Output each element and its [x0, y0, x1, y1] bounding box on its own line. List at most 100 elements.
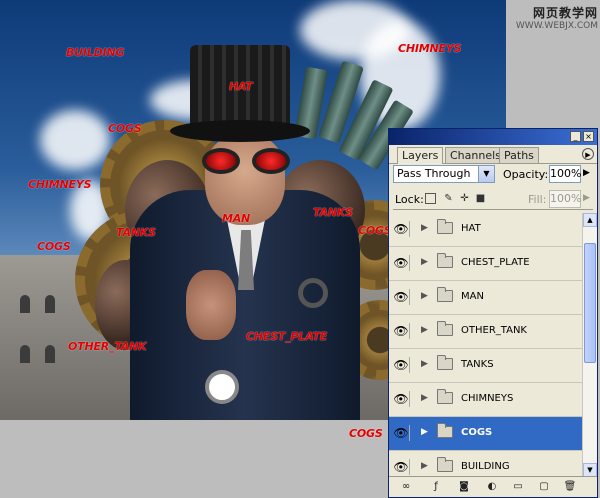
layer-name: BUILDING — [461, 461, 510, 472]
valve — [298, 278, 328, 308]
watermark: 网页教学网 WWW.WEBJX.COM — [514, 4, 598, 31]
panel-titlebar[interactable]: _ × — [389, 129, 597, 145]
fill-slider-arrow-icon[interactable]: ▶ — [583, 193, 590, 203]
trash-icon[interactable]: 🗑 — [563, 480, 577, 494]
goggles — [200, 148, 292, 174]
eye-icon[interactable]: 👁 — [393, 323, 410, 339]
scroll-thumb[interactable] — [584, 243, 596, 363]
layer-row-hat[interactable]: 👁 ▶ HAT — [389, 213, 584, 247]
minimize-button[interactable]: _ — [570, 131, 581, 142]
eye-icon[interactable]: 👁 — [393, 289, 410, 305]
fill-label: Fill: — [528, 193, 547, 206]
annotation-cogs: COGS — [108, 122, 142, 135]
folder-icon — [437, 389, 453, 404]
expand-triangle-icon[interactable]: ▶ — [421, 291, 428, 301]
folder-icon — [437, 423, 453, 438]
layer-row-chest-plate[interactable]: 👁 ▶ CHEST_PLATE — [389, 247, 584, 281]
blend-mode-value: Pass Through — [397, 167, 471, 180]
tab-layers[interactable]: Layers — [397, 147, 444, 164]
layer-row-other-tank[interactable]: 👁 ▶ OTHER_TANK — [389, 315, 584, 349]
watermark-url: WWW.WEBJX.COM — [515, 21, 598, 31]
new-group-icon[interactable]: ▭ — [511, 480, 525, 494]
opacity-input[interactable]: 100% — [549, 165, 581, 183]
annotation-cogs: COGS — [349, 427, 383, 440]
blend-opacity-row: Pass Through ▼ Opacity: 100% ▶ — [393, 164, 593, 184]
annotation-chimneys: CHIMNEYS — [28, 178, 92, 191]
layer-row-chimneys[interactable]: 👁 ▶ CHIMNEYS — [389, 383, 584, 417]
expand-triangle-icon[interactable]: ▶ — [421, 393, 428, 403]
opacity-slider-arrow-icon[interactable]: ▶ — [583, 168, 590, 178]
panel-tabs: Layers Channels Paths ▶ — [389, 145, 597, 164]
folder-icon — [437, 355, 453, 370]
watermark-title: 网页教学网 — [532, 6, 598, 20]
layer-list-scrollbar[interactable]: ▲ ▼ — [582, 213, 597, 477]
eye-icon[interactable]: 👁 — [393, 255, 410, 271]
expand-triangle-icon[interactable]: ▶ — [421, 257, 428, 267]
layer-name: TANKS — [461, 359, 494, 370]
eye-icon[interactable]: 👁 — [393, 425, 410, 441]
tab-paths[interactable]: Paths — [499, 147, 539, 163]
annotation-cogs: COGS — [358, 224, 392, 237]
layer-row-building[interactable]: 👁 ▶ BUILDING — [389, 451, 584, 477]
layer-row-man[interactable]: 👁 ▶ MAN — [389, 281, 584, 315]
hand — [186, 270, 236, 340]
tab-channels[interactable]: Channels — [445, 147, 506, 163]
lock-fill-row: Lock: ✎ ✛ ■ Fill: 100% ▶ — [393, 189, 593, 210]
lock-transparency-icon[interactable] — [425, 193, 436, 204]
lock-label: Lock: — [395, 193, 424, 206]
layer-name: OTHER_TANK — [461, 325, 527, 336]
layer-row-cogs[interactable]: 👁 ▶ COGS — [389, 417, 584, 451]
eye-icon[interactable]: 👁 — [393, 459, 410, 475]
layer-name: CHEST_PLATE — [461, 257, 530, 268]
expand-triangle-icon[interactable]: ▶ — [421, 359, 428, 369]
chevron-down-icon[interactable]: ▼ — [478, 166, 494, 182]
hat-brim — [170, 120, 310, 142]
annotation-tanks: TANKS — [313, 206, 353, 219]
layer-style-icon[interactable]: ƒ — [429, 480, 443, 494]
annotation-man: MAN — [222, 212, 251, 225]
panel-bottom-toolbar: ∞ ƒ ◙ ◐ ▭ ▢ 🗑 — [389, 476, 597, 497]
folder-icon — [437, 253, 453, 268]
layers-panel: _ × Layers Channels Paths ▶ Pass Through… — [388, 128, 598, 498]
scroll-up-icon[interactable]: ▲ — [583, 213, 597, 227]
annotation-other-tank: OTHER_TANK — [68, 340, 147, 353]
annotation-hat: HAT — [229, 80, 253, 93]
cloud — [40, 110, 110, 170]
eye-icon[interactable]: 👁 — [393, 221, 410, 237]
layer-name: HAT — [461, 223, 481, 234]
adjustment-layer-icon[interactable]: ◐ — [485, 480, 499, 494]
link-layers-icon[interactable]: ∞ — [399, 480, 413, 494]
eye-icon[interactable]: 👁 — [393, 391, 410, 407]
annotation-tanks: TANKS — [116, 226, 156, 239]
blend-mode-select[interactable]: Pass Through ▼ — [393, 165, 495, 183]
panel-menu-icon[interactable]: ▶ — [582, 148, 594, 160]
expand-triangle-icon[interactable]: ▶ — [421, 223, 428, 233]
pocket-watch — [205, 370, 239, 404]
layer-name: COGS — [461, 427, 493, 438]
folder-icon — [437, 321, 453, 336]
expand-triangle-icon[interactable]: ▶ — [421, 427, 428, 437]
layer-name: CHIMNEYS — [461, 393, 514, 404]
lock-image-icon[interactable]: ✎ — [443, 193, 454, 204]
add-mask-icon[interactable]: ◙ — [457, 480, 471, 494]
opacity-label: Opacity: — [503, 168, 549, 181]
lock-all-icon[interactable]: ■ — [475, 193, 486, 204]
close-button[interactable]: × — [583, 131, 594, 142]
expand-triangle-icon[interactable]: ▶ — [421, 325, 428, 335]
expand-triangle-icon[interactable]: ▶ — [421, 461, 428, 471]
annotation-chimneys: CHIMNEYS — [398, 42, 462, 55]
annotation-building: BUILDING — [66, 46, 125, 59]
eye-icon[interactable]: 👁 — [393, 357, 410, 373]
folder-icon — [437, 287, 453, 302]
annotation-chest-plate: CHEST_PLATE — [246, 330, 328, 343]
folder-icon — [437, 457, 453, 472]
scroll-down-icon[interactable]: ▼ — [583, 463, 597, 477]
folder-icon — [437, 219, 453, 234]
fill-input[interactable]: 100% — [549, 190, 581, 208]
layer-list: 👁 ▶ HAT 👁 ▶ CHEST_PLATE 👁 ▶ MAN 👁 ▶ OTHER_TA… — [389, 213, 584, 477]
layer-row-tanks[interactable]: 👁 ▶ TANKS — [389, 349, 584, 383]
new-layer-icon[interactable]: ▢ — [537, 480, 551, 494]
layer-name: MAN — [461, 291, 484, 302]
lock-position-icon[interactable]: ✛ — [459, 193, 470, 204]
annotation-cogs: COGS — [37, 240, 71, 253]
